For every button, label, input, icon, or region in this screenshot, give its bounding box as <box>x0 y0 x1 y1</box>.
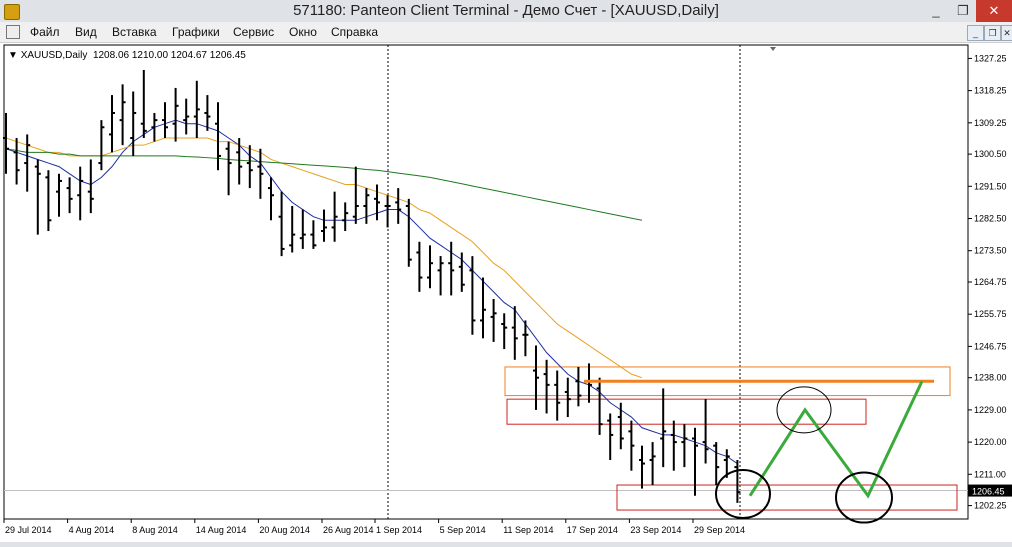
date-tick-label: 29 Sep 2014 <box>694 525 745 535</box>
menu-help[interactable]: Справка <box>331 22 378 42</box>
date-tick-label: 11 Sep 2014 <box>503 525 553 535</box>
date-tick-label: 17 Sep 2014 <box>567 525 618 535</box>
price-tick-label: 1238.00 <box>974 373 1007 383</box>
menu-window[interactable]: Окно <box>289 22 317 42</box>
close-button[interactable]: ✕ <box>976 0 1012 22</box>
menu-view[interactable]: Вид <box>75 22 97 42</box>
price-tick-label: 1255.75 <box>974 309 1007 319</box>
price-tick-label: 1246.75 <box>974 341 1007 351</box>
menu-insert[interactable]: Вставка <box>112 22 157 42</box>
window-title: 571180: Panteon Client Terminal - Демо С… <box>293 2 719 19</box>
price-tick-label: 1202.25 <box>974 501 1007 511</box>
price-tick-label: 1229.00 <box>974 405 1007 415</box>
date-tick-label: 29 Jul 2014 <box>5 525 52 535</box>
price-tick-label: 1300.50 <box>974 149 1007 159</box>
chart-window[interactable]: 1327.25 1318.25 1309.25 1300.50 1291.50 1282.… <box>0 43 1012 542</box>
menu-bar: Файл Вид Вставка Графики Сервис Окно Спр… <box>0 22 1012 43</box>
price-tick-label: 1264.75 <box>974 277 1007 287</box>
menu-file[interactable]: Файл <box>30 22 60 42</box>
price-tick-label: 1291.50 <box>974 181 1007 191</box>
price-tick-label: 1327.25 <box>974 53 1007 63</box>
minimize-button[interactable]: _ <box>922 0 950 22</box>
collapse-arrow-icon[interactable]: ▼ <box>8 50 21 61</box>
date-tick-label: 20 Aug 2014 <box>259 525 310 535</box>
current-price-label: 1206.45 <box>972 487 1005 497</box>
price-tick-label: 1282.50 <box>974 214 1007 224</box>
mdi-minimize-button[interactable]: _ <box>967 25 984 41</box>
price-tick-label: 1318.25 <box>974 86 1007 96</box>
restore-button[interactable]: ❐ <box>950 0 976 22</box>
price-tick-label: 1220.00 <box>974 437 1007 447</box>
chart-caption: ▼ XAUUSD,Daily 1208.06 1210.00 1204.67 1… <box>8 50 246 61</box>
date-tick-label: 5 Sep 2014 <box>440 525 486 535</box>
date-tick-label: 14 Aug 2014 <box>196 525 247 535</box>
menu-charts[interactable]: Графики <box>172 22 220 42</box>
symbol-label: XAUUSD,Daily <box>20 50 88 61</box>
mdi-close-button[interactable]: ✕ <box>1001 25 1012 41</box>
mdi-restore-button[interactable]: ❐ <box>984 25 1001 41</box>
date-tick-label: 1 Sep 2014 <box>376 525 422 535</box>
price-tick-label: 1309.25 <box>974 118 1007 128</box>
price-tick-label: 1273.50 <box>974 246 1007 256</box>
document-icon <box>6 25 20 39</box>
ohlc-label: 1208.06 1210.00 1204.67 1206.45 <box>92 50 246 61</box>
price-chart[interactable]: 1327.25 1318.25 1309.25 1300.50 1291.50 1282.… <box>0 43 1012 542</box>
date-tick-label: 8 Aug 2014 <box>132 525 178 535</box>
price-tick-label: 1211.00 <box>974 469 1006 479</box>
date-tick-label: 23 Sep 2014 <box>630 525 681 535</box>
title-bar: 571180: Panteon Client Terminal - Демо С… <box>0 0 1012 22</box>
date-tick-label: 26 Aug 2014 <box>323 525 374 535</box>
menu-tools[interactable]: Сервис <box>233 22 274 42</box>
date-tick-label: 4 Aug 2014 <box>69 525 115 535</box>
